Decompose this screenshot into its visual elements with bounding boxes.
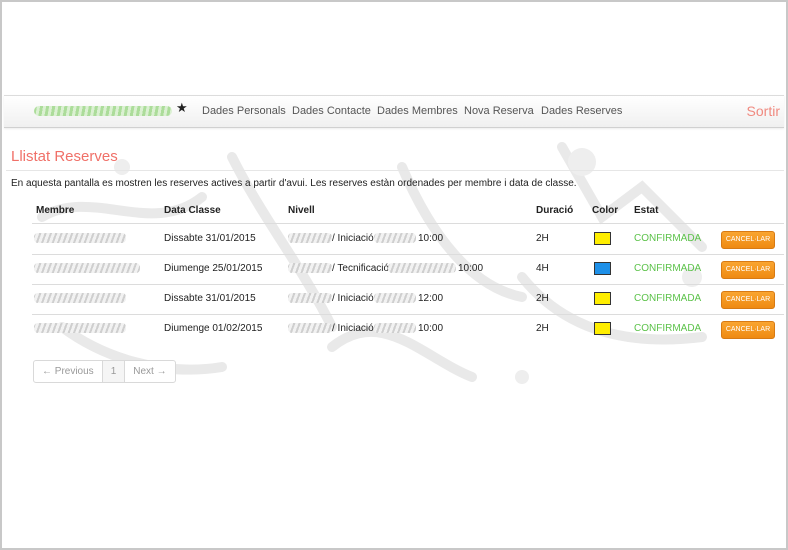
header-membre: Membre [36, 205, 75, 216]
class-date: Dissabte 31/01/2015 [164, 293, 256, 304]
class-time: 10:00 [418, 233, 444, 244]
header-nivell: Nivell [288, 205, 315, 216]
header-divider [32, 223, 784, 224]
level-detail-blurred [374, 233, 416, 243]
class-time: 12:00 [418, 293, 444, 304]
class-duration: 4H [536, 263, 549, 274]
class-level: / Tecnificació [332, 263, 390, 274]
cancel-button[interactable]: CANCEL·LAR [721, 291, 775, 309]
nav-dades-personals[interactable]: Dades Personals [202, 105, 286, 117]
level-detail-blurred [374, 293, 416, 303]
header-color: Color [592, 205, 619, 216]
color-swatch [594, 292, 611, 305]
level-prefix-blurred [288, 233, 332, 243]
color-swatch [594, 262, 611, 275]
header-data-classe: Data Classe [164, 205, 221, 216]
class-duration: 2H [536, 233, 549, 244]
title-divider [6, 170, 784, 171]
pagination-page-1[interactable]: 1 [102, 361, 126, 382]
member-name-blurred [34, 293, 126, 303]
class-level: / Iniciació [332, 293, 374, 304]
cancel-button[interactable]: CANCEL·LAR [721, 231, 775, 249]
cancel-button[interactable]: CANCEL·LAR [721, 261, 775, 279]
level-prefix-blurred [288, 293, 332, 303]
star-icon: ★ [176, 100, 188, 115]
nav-dades-reserves[interactable]: Dades Reserves [541, 105, 622, 117]
pagination-next[interactable]: Next → [125, 361, 174, 382]
pagination-previous[interactable]: ← Previous [34, 361, 103, 382]
level-detail-blurred [388, 263, 456, 273]
status-badge: CONFIRMADA [634, 323, 702, 334]
row-divider [32, 254, 784, 255]
level-prefix-blurred [288, 263, 332, 273]
window-frame: ★ Dades Personals Dades Contacte Dades M… [0, 0, 788, 550]
class-time: 10:00 [418, 323, 444, 334]
brand-logo-blurred[interactable] [34, 106, 172, 116]
class-level: / Iniciació [332, 323, 374, 334]
page-title: Llistat Reserves [11, 148, 118, 165]
top-navbar: ★ Dades Personals Dades Contacte Dades M… [4, 95, 784, 128]
nav-dades-membres[interactable]: Dades Membres [377, 105, 458, 117]
pagination: ← Previous 1 Next → [33, 360, 176, 383]
level-prefix-blurred [288, 323, 332, 333]
nav-dades-contacte[interactable]: Dades Contacte [292, 105, 371, 117]
class-date: Diumenge 01/02/2015 [164, 323, 263, 334]
status-badge: CONFIRMADA [634, 233, 702, 244]
nav-nova-reserva[interactable]: Nova Reserva [464, 105, 534, 117]
member-name-blurred [34, 263, 140, 273]
member-name-blurred [34, 323, 126, 333]
class-level: / Iniciació [332, 233, 374, 244]
status-badge: CONFIRMADA [634, 263, 702, 274]
page-description: En aquesta pantalla es mostren les reser… [11, 178, 577, 189]
class-time: 10:00 [458, 263, 484, 274]
member-name-blurred [34, 233, 126, 243]
color-swatch [594, 322, 611, 335]
class-duration: 2H [536, 323, 549, 334]
row-divider [32, 314, 784, 315]
class-date: Diumenge 25/01/2015 [164, 263, 263, 274]
logout-link[interactable]: Sortir [747, 103, 780, 119]
cancel-button[interactable]: CANCEL·LAR [721, 321, 775, 339]
header-estat: Estat [634, 205, 659, 216]
color-swatch [594, 232, 611, 245]
class-date: Dissabte 31/01/2015 [164, 233, 256, 244]
class-duration: 2H [536, 293, 549, 304]
row-divider [32, 284, 784, 285]
header-duracio: Duració [536, 205, 574, 216]
level-detail-blurred [374, 323, 416, 333]
status-badge: CONFIRMADA [634, 293, 702, 304]
